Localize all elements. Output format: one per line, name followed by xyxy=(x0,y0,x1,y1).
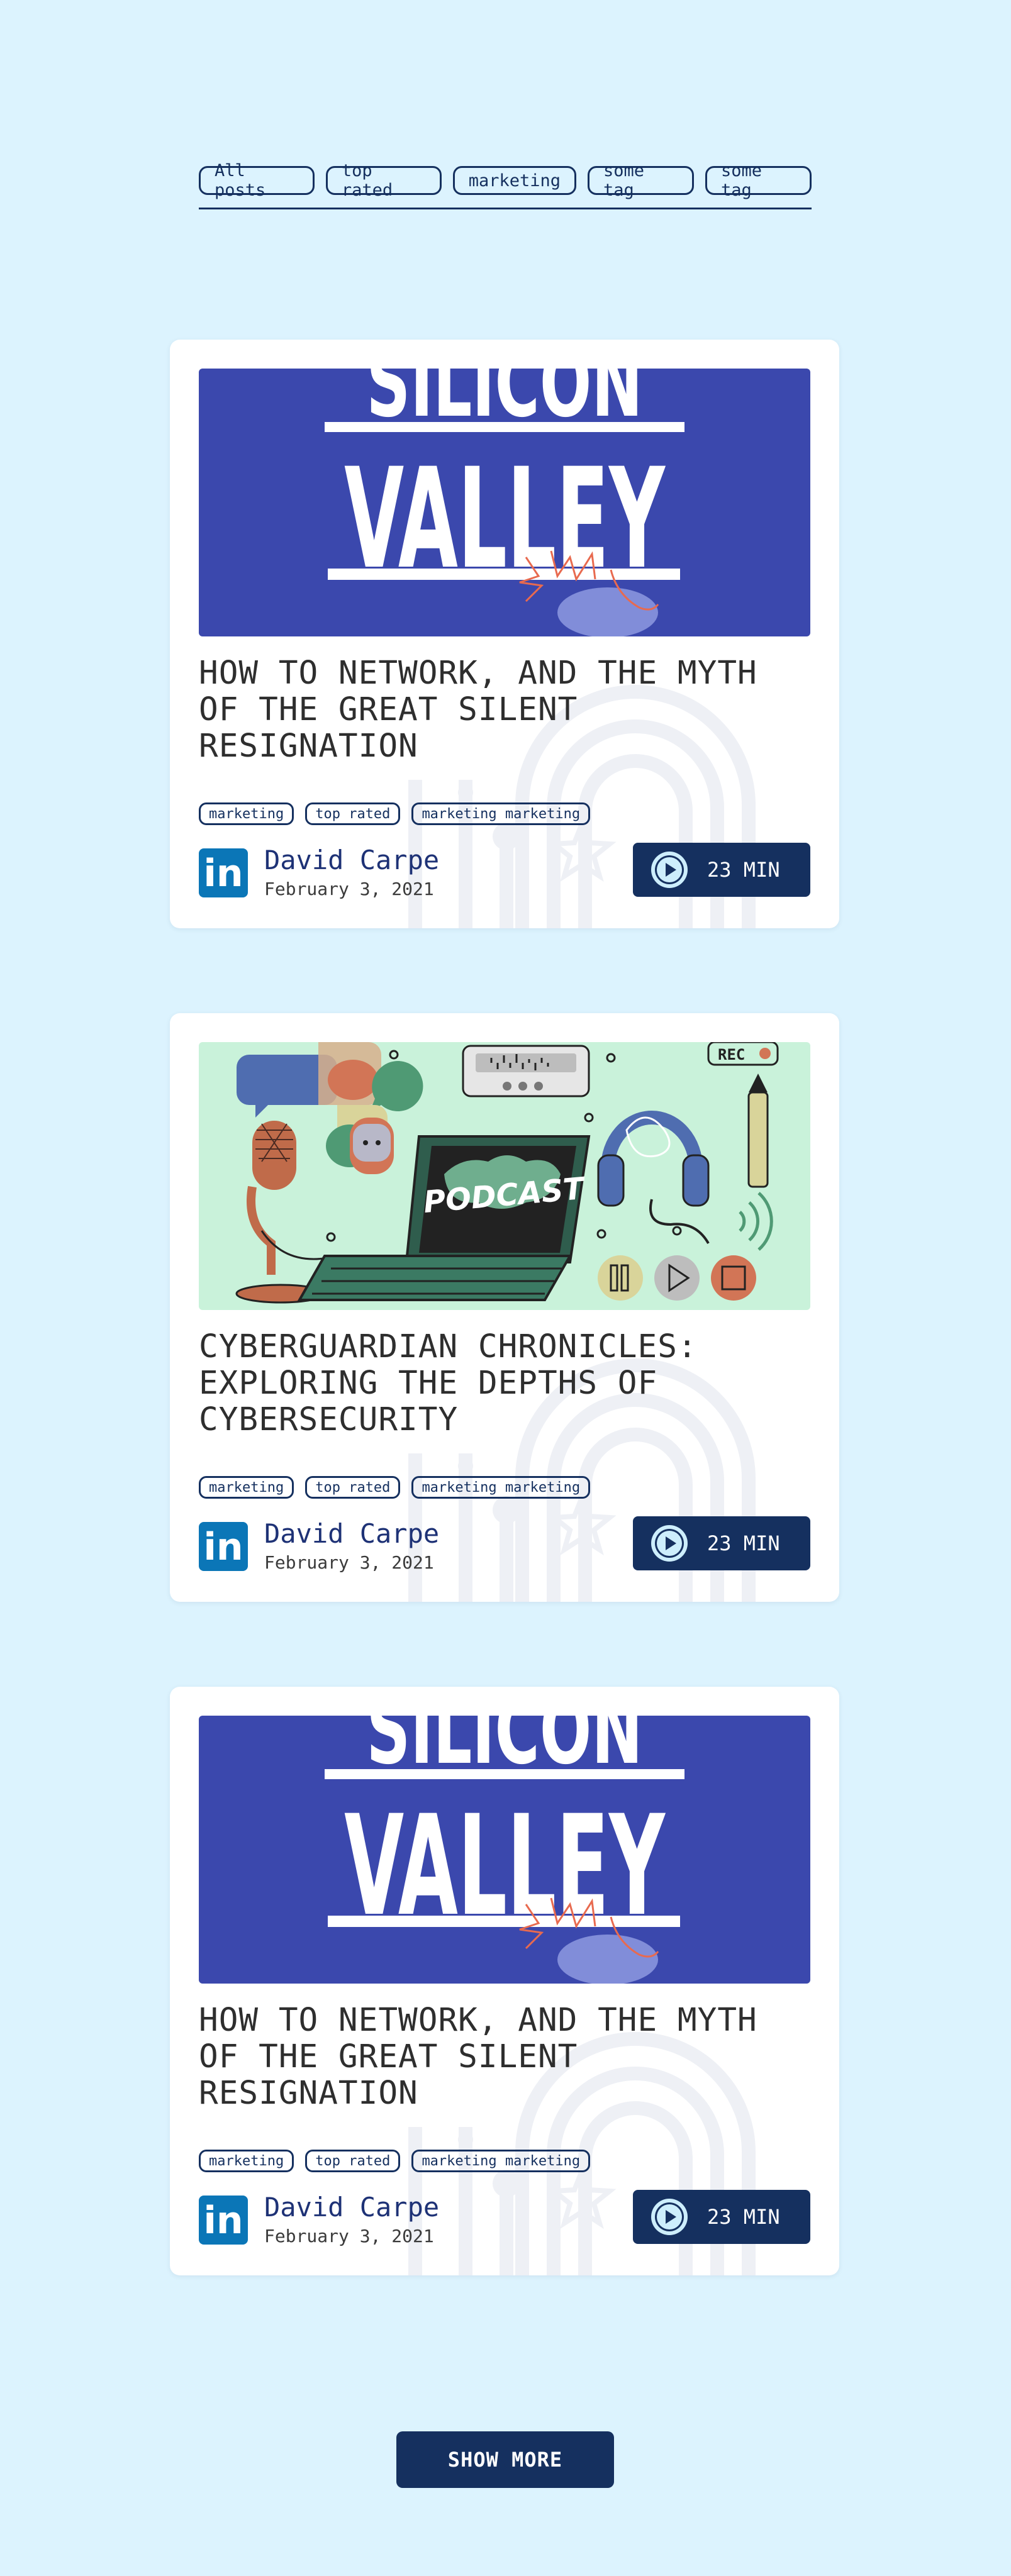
post-tag[interactable]: marketing marketing xyxy=(411,802,591,825)
post-date: February 3, 2021 xyxy=(264,879,434,899)
play-icon xyxy=(651,852,688,888)
play-episode-button[interactable]: 23 MIN xyxy=(633,1516,810,1570)
play-icon xyxy=(651,1525,688,1562)
post-tag[interactable]: marketing marketing xyxy=(411,2150,591,2172)
filter-all-posts[interactable]: All posts xyxy=(199,161,315,200)
author-name[interactable]: David Carpe xyxy=(264,845,439,875)
linkedin-icon[interactable]: in xyxy=(199,2196,248,2245)
author-info: in David Carpe February 3, 2021 xyxy=(199,845,439,901)
post-tag[interactable]: marketing xyxy=(199,802,294,825)
post-tags: marketing top rated marketing marketing xyxy=(199,802,591,825)
post-tag[interactable]: marketing xyxy=(199,1476,294,1499)
post-thumbnail[interactable]: SILICON VALLEY xyxy=(199,369,810,636)
filter-top-rated[interactable]: top rated xyxy=(325,161,442,200)
filter-some-tag[interactable]: some tag xyxy=(705,161,812,200)
silicon-valley-illustration: SILICON VALLEY xyxy=(199,1716,810,1984)
svg-text:REC: REC xyxy=(718,1046,745,1063)
post-tag[interactable]: top rated xyxy=(305,1476,401,1499)
post-title[interactable]: HOW TO NETWORK, AND THE MYTH OF THE GREA… xyxy=(199,2002,810,2112)
author-name[interactable]: David Carpe xyxy=(264,1519,439,1549)
filter-tag-bar: All posts top rated marketing some tag s… xyxy=(199,161,812,209)
post-card[interactable]: SILICON VALLEY HOW TO NETWORK, AND THE M… xyxy=(170,340,839,928)
post-tags: marketing top rated marketing marketing xyxy=(199,2150,591,2172)
post-tag[interactable]: top rated xyxy=(305,802,401,825)
author-info: in David Carpe February 3, 2021 xyxy=(199,2192,439,2248)
filter-marketing[interactable]: marketing xyxy=(452,166,577,195)
silicon-valley-illustration: SILICON VALLEY xyxy=(199,369,810,636)
post-date: February 3, 2021 xyxy=(264,1552,434,1573)
post-thumbnail[interactable]: SILICON VALLEY xyxy=(199,1716,810,1984)
author-info: in David Carpe February 3, 2021 xyxy=(199,1519,439,1574)
play-episode-button[interactable]: 23 MIN xyxy=(633,843,810,897)
post-tag[interactable]: marketing marketing xyxy=(411,1476,591,1499)
post-tag[interactable]: marketing xyxy=(199,2150,294,2172)
post-tag[interactable]: top rated xyxy=(305,2150,401,2172)
linkedin-icon[interactable]: in xyxy=(199,1522,248,1571)
post-title[interactable]: CYBERGUARDIAN CHRONICLES: EXPLORING THE … xyxy=(199,1329,810,1438)
filter-some-tag[interactable]: some tag xyxy=(588,161,695,200)
play-icon xyxy=(651,2199,688,2235)
podcast-illustration: PODCAST REC xyxy=(199,1042,810,1310)
post-date: February 3, 2021 xyxy=(264,2226,434,2246)
author-name[interactable]: David Carpe xyxy=(264,2192,439,2223)
episode-duration: 23 MIN xyxy=(707,2205,780,2229)
episode-duration: 23 MIN xyxy=(707,1531,780,1555)
post-tags: marketing top rated marketing marketing xyxy=(199,1476,591,1499)
post-card[interactable]: SILICON VALLEY HOW TO NETWORK, AND THE M… xyxy=(170,1687,839,2275)
show-more-button[interactable]: SHOW MORE xyxy=(396,2431,614,2488)
post-thumbnail[interactable]: PODCAST REC xyxy=(199,1042,810,1310)
post-title[interactable]: HOW TO NETWORK, AND THE MYTH OF THE GREA… xyxy=(199,655,810,765)
episode-duration: 23 MIN xyxy=(707,858,780,882)
linkedin-icon[interactable]: in xyxy=(199,848,248,897)
play-episode-button[interactable]: 23 MIN xyxy=(633,2190,810,2244)
post-card[interactable]: PODCAST REC CYBERGUARDIAN CHRONICLES: EX… xyxy=(170,1013,839,1602)
